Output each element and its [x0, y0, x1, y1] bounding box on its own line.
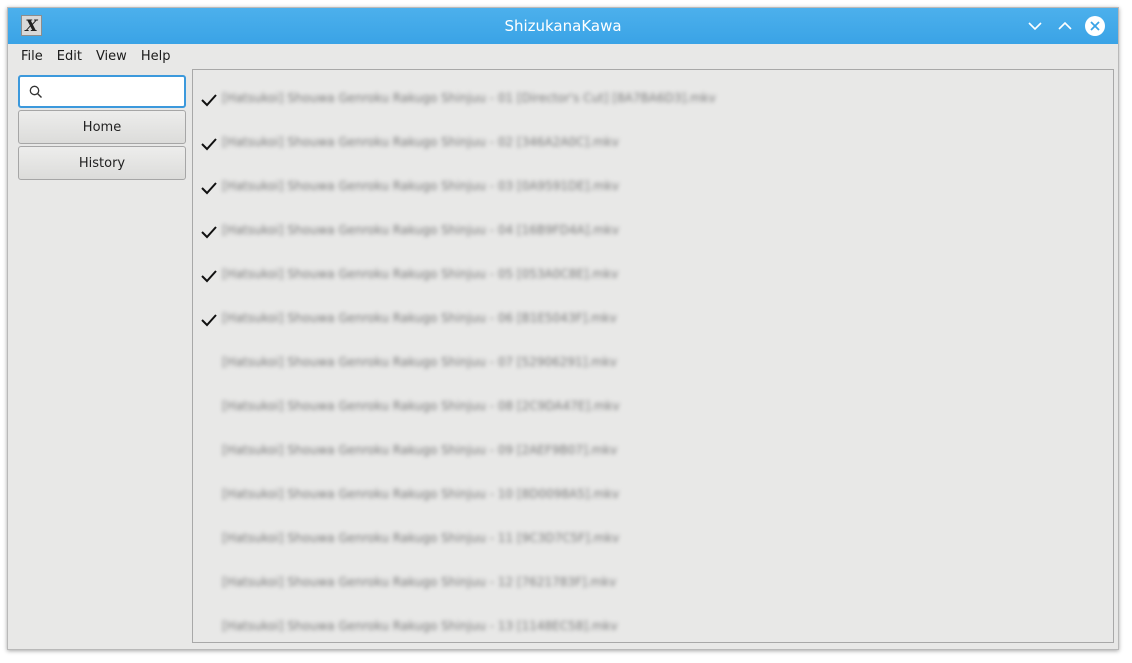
check-icon — [201, 182, 217, 195]
file-name: [Hatsukoi] Shouwa Genroku Rakugo Shinjuu… — [222, 355, 617, 369]
check-icon — [201, 314, 217, 327]
file-row[interactable]: [Hatsukoi] Shouwa Genroku Rakugo Shinjuu… — [193, 78, 1113, 122]
file-name: [Hatsukoi] Shouwa Genroku Rakugo Shinjuu… — [222, 575, 617, 589]
file-name: [Hatsukoi] Shouwa Genroku Rakugo Shinjuu… — [222, 311, 617, 325]
chevron-down-icon — [1028, 22, 1042, 31]
home-button[interactable]: Home — [18, 110, 186, 144]
file-name: [Hatsukoi] Shouwa Genroku Rakugo Shinjuu… — [222, 267, 619, 281]
file-row[interactable]: [Hatsukoi] Shouwa Genroku Rakugo Shinjuu… — [193, 474, 1113, 518]
menu-file[interactable]: File — [14, 44, 50, 69]
maximize-button[interactable] — [1054, 15, 1076, 37]
file-row[interactable]: [Hatsukoi] Shouwa Genroku Rakugo Shinjuu… — [193, 298, 1113, 342]
file-row[interactable]: [Hatsukoi] Shouwa Genroku Rakugo Shinjuu… — [193, 122, 1113, 166]
menubar: File Edit View Help — [8, 44, 1118, 69]
file-row[interactable]: [Hatsukoi] Shouwa Genroku Rakugo Shinjuu… — [193, 386, 1113, 430]
menu-edit[interactable]: Edit — [50, 44, 89, 69]
menu-view[interactable]: View — [89, 44, 134, 69]
history-button[interactable]: History — [18, 146, 186, 180]
file-name: [Hatsukoi] Shouwa Genroku Rakugo Shinjuu… — [222, 487, 620, 501]
file-row[interactable]: [Hatsukoi] Shouwa Genroku Rakugo Shinjuu… — [193, 562, 1113, 606]
file-row[interactable]: [Hatsukoi] Shouwa Genroku Rakugo Shinjuu… — [193, 430, 1113, 474]
close-circle — [1085, 16, 1105, 36]
search-input[interactable] — [50, 81, 180, 102]
chevron-up-icon — [1058, 21, 1072, 30]
file-name: [Hatsukoi] Shouwa Genroku Rakugo Shinjuu… — [222, 443, 618, 457]
check-icon — [201, 94, 217, 107]
file-row[interactable]: [Hatsukoi] Shouwa Genroku Rakugo Shinjuu… — [193, 254, 1113, 298]
file-row[interactable]: [Hatsukoi] Shouwa Genroku Rakugo Shinjuu… — [193, 166, 1113, 210]
file-name: [Hatsukoi] Shouwa Genroku Rakugo Shinjuu… — [222, 531, 620, 545]
check-icon — [201, 270, 217, 283]
file-list[interactable]: [Hatsukoi] Shouwa Genroku Rakugo Shinjuu… — [192, 69, 1114, 643]
search-box[interactable] — [18, 75, 186, 108]
file-name: [Hatsukoi] Shouwa Genroku Rakugo Shinjuu… — [222, 619, 618, 633]
file-name: [Hatsukoi] Shouwa Genroku Rakugo Shinjuu… — [222, 179, 620, 193]
app-window: X ShizukanaKawa File Edit View Help Home… — [7, 7, 1119, 650]
file-name: [Hatsukoi] Shouwa Genroku Rakugo Shinjuu… — [222, 135, 619, 149]
titlebar[interactable]: X ShizukanaKawa — [8, 8, 1118, 44]
file-name: [Hatsukoi] Shouwa Genroku Rakugo Shinjuu… — [222, 223, 619, 237]
menu-help[interactable]: Help — [134, 44, 178, 69]
file-row[interactable]: [Hatsukoi] Shouwa Genroku Rakugo Shinjuu… — [193, 606, 1113, 642]
file-row[interactable]: [Hatsukoi] Shouwa Genroku Rakugo Shinjuu… — [193, 518, 1113, 562]
close-button[interactable] — [1084, 15, 1106, 37]
check-icon — [201, 226, 217, 239]
file-name: [Hatsukoi] Shouwa Genroku Rakugo Shinjuu… — [222, 91, 716, 105]
close-icon — [1090, 21, 1100, 31]
search-icon — [29, 85, 42, 98]
window-title: ShizukanaKawa — [504, 17, 622, 35]
file-row[interactable]: [Hatsukoi] Shouwa Genroku Rakugo Shinjuu… — [193, 342, 1113, 386]
minimize-button[interactable] — [1024, 15, 1046, 37]
file-name: [Hatsukoi] Shouwa Genroku Rakugo Shinjuu… — [222, 399, 620, 413]
check-icon — [201, 138, 217, 151]
file-row[interactable]: [Hatsukoi] Shouwa Genroku Rakugo Shinjuu… — [193, 210, 1113, 254]
